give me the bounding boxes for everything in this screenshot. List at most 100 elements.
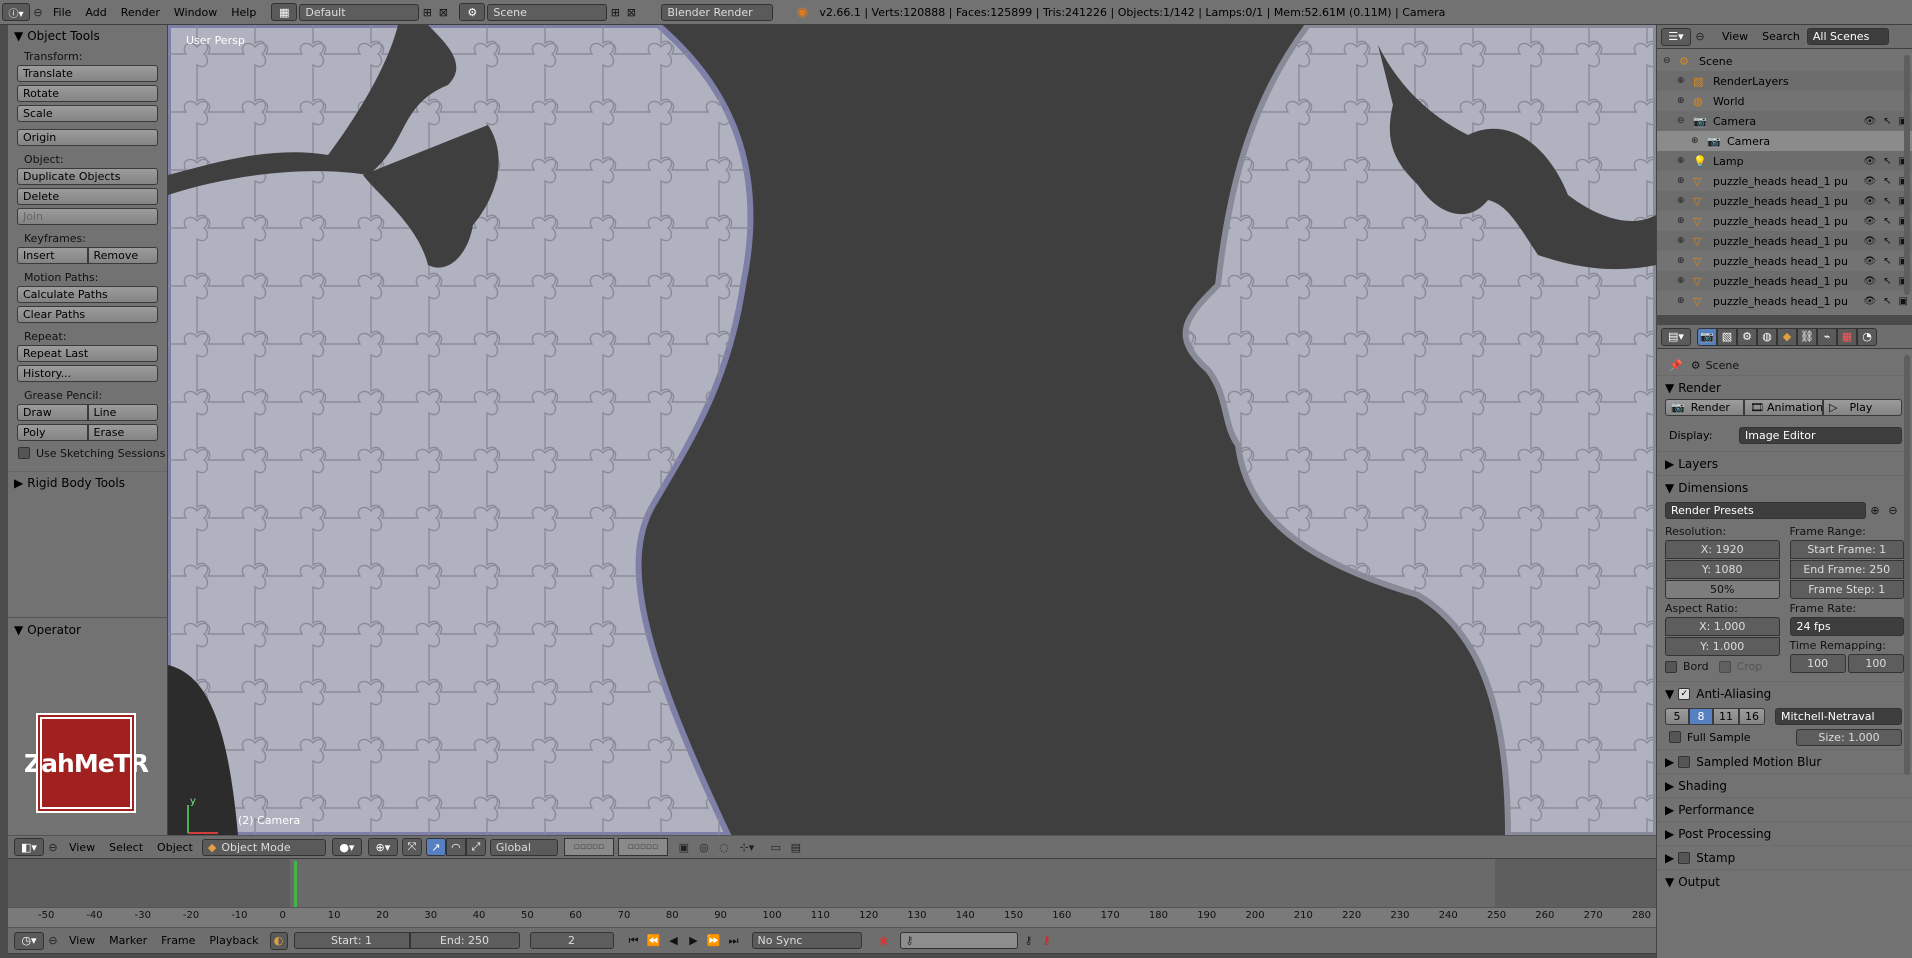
outliner-row[interactable]: ⊕ ◍ World	[1657, 91, 1912, 111]
duplicate-objects-button[interactable]: Duplicate Objects	[17, 168, 158, 185]
next-keyframe-icon[interactable]: ⏩	[704, 932, 724, 950]
menu-window[interactable]: Window	[167, 6, 224, 19]
cursor-icon[interactable]: ↖	[1883, 256, 1891, 267]
translate-button[interactable]: Translate	[17, 65, 158, 82]
display-mode-select[interactable]: All Scenes	[1806, 28, 1889, 45]
time-remap-new-field[interactable]: 100	[1847, 654, 1904, 673]
cursor-icon[interactable]: ↖	[1883, 276, 1891, 287]
expand-toggle-icon[interactable]: ⊕	[1677, 96, 1689, 106]
motion-blur-panel-header[interactable]: ▶ Sampled Motion Blur	[1657, 749, 1912, 773]
aa-samples-8[interactable]: 8	[1689, 707, 1713, 725]
menu-marker[interactable]: Marker	[102, 934, 154, 947]
properties-scrollbar[interactable]	[1904, 355, 1910, 775]
pin-icon[interactable]: 📌	[1669, 359, 1683, 372]
render-tab-icon[interactable]: 📷	[1697, 327, 1717, 346]
render-presets-select[interactable]: Render Presets	[1665, 501, 1866, 519]
menu-add[interactable]: Add	[78, 6, 113, 19]
outliner-row[interactable]: ⊖ ⚙ Scene	[1657, 51, 1912, 71]
menu-object[interactable]: Object	[150, 841, 200, 854]
add-preset-icon[interactable]: ⊕	[1866, 504, 1884, 517]
menu-playback[interactable]: Playback	[202, 934, 265, 947]
aa-samples-5[interactable]: 5	[1665, 707, 1689, 725]
manipulator-icon[interactable]: ⤧	[401, 838, 422, 856]
eye-icon[interactable]: 👁	[1863, 116, 1876, 127]
rotate-button[interactable]: Rotate	[17, 85, 158, 102]
collapse-menu-icon[interactable]: ⊖	[44, 934, 62, 947]
info-editor-icon[interactable]: ⓘ▾	[2, 3, 30, 21]
outliner-row[interactable]: ⊖📷Camera👁↖▣	[1657, 111, 1912, 131]
object-data-tab-icon[interactable]: ⌁	[1817, 327, 1837, 346]
object-mode-select[interactable]: ◆ Object Mode	[201, 838, 326, 856]
origin-button[interactable]: Origin	[17, 129, 158, 146]
eye-icon[interactable]: 👁	[1863, 196, 1876, 207]
animation-button[interactable]: 🎞 Animation	[1744, 399, 1823, 416]
expand-toggle-icon[interactable]: ⊖	[1677, 116, 1689, 126]
aa-samples-16[interactable]: 16	[1739, 707, 1765, 725]
remove-scene-icon[interactable]: ⊠	[623, 6, 639, 19]
area-divider[interactable]	[1656, 315, 1912, 325]
render-icon[interactable]: ▣	[1899, 296, 1908, 307]
menu-view[interactable]: View	[62, 841, 102, 854]
operator-header[interactable]: ▼ Operator	[8, 619, 81, 641]
scene-field[interactable]: Scene	[487, 3, 608, 21]
menu-frame[interactable]: Frame	[154, 934, 202, 947]
cursor-icon[interactable]: ↖	[1883, 216, 1891, 227]
3d-viewport[interactable]: User Persp y (2) Camera	[168, 25, 1656, 835]
start-frame-field[interactable]: Start: 1	[293, 932, 410, 949]
time-remap-old-field[interactable]: 100	[1789, 654, 1846, 673]
outliner-row[interactable]: ⊕▽puzzle_heads head_1 pu👁↖▣	[1657, 271, 1912, 291]
menu-view[interactable]: View	[1715, 30, 1755, 43]
expand-toggle-icon[interactable]: ⊕	[1677, 236, 1689, 246]
insert-keyframe-button[interactable]: Insert	[17, 247, 88, 264]
record-icon[interactable]: ◉	[874, 932, 894, 950]
outliner-row[interactable]: ⊕▽puzzle_heads head_1 pu👁↖▣	[1657, 291, 1912, 311]
expand-toggle-icon[interactable]: ⊖	[1663, 56, 1675, 66]
play-reverse-icon[interactable]: ◀	[664, 932, 684, 950]
layers-grid-2-icon[interactable]: ▫▫▫▫▫	[617, 838, 668, 856]
proportional-edit-icon[interactable]: ◎	[694, 838, 714, 856]
history-button[interactable]: History...	[17, 365, 158, 382]
expand-toggle-icon[interactable]: ⊕	[1677, 196, 1689, 206]
snap-icon[interactable]: ◌	[714, 838, 734, 856]
crop-checkbox[interactable]	[1718, 660, 1731, 673]
anti-aliasing-checkbox[interactable]: ✓	[1678, 687, 1691, 700]
border-checkbox[interactable]	[1665, 660, 1677, 673]
sketching-checkbox[interactable]	[18, 447, 30, 459]
play-icon[interactable]: ▶	[684, 932, 704, 950]
line-button[interactable]: Line	[87, 404, 158, 421]
screen-layout-field[interactable]: Default	[299, 3, 420, 21]
dimensions-panel-header[interactable]: ▼ Dimensions	[1657, 475, 1912, 499]
menu-render[interactable]: Render	[114, 6, 167, 19]
performance-panel-header[interactable]: ▶ Performance	[1657, 797, 1912, 821]
transform-orientation-select[interactable]: Global	[489, 838, 558, 856]
cursor-icon[interactable]: ↖	[1883, 156, 1891, 167]
insert-keyframe-icon[interactable]: ⚷	[1020, 932, 1038, 950]
collapse-menu-icon[interactable]: ⊖	[30, 6, 46, 19]
expand-toggle-icon[interactable]: ⊕	[1677, 76, 1689, 86]
collapse-menu-icon[interactable]: ⊖	[1691, 30, 1709, 43]
current-frame-marker[interactable]	[294, 861, 297, 907]
cursor-icon[interactable]: ↖	[1883, 176, 1891, 187]
anti-aliasing-panel-header[interactable]: ▼ ✓ Anti-Aliasing	[1657, 681, 1912, 705]
eye-icon[interactable]: 👁	[1863, 236, 1876, 247]
menu-select[interactable]: Select	[102, 841, 150, 854]
delete-keyframe-icon[interactable]: ⚷	[1038, 932, 1056, 950]
frame-step-field[interactable]: Frame Step: 1	[1789, 580, 1904, 599]
outliner-row[interactable]: ⊕ ▧ RenderLayers	[1657, 71, 1912, 91]
resolution-percentage-field[interactable]: 50%	[1665, 580, 1780, 599]
collapse-menu-icon[interactable]: ⊖	[44, 841, 62, 854]
stamp-panel-header[interactable]: ▶ Stamp	[1657, 845, 1912, 869]
motion-blur-checkbox[interactable]	[1678, 755, 1691, 768]
aa-samples-11[interactable]: 11	[1713, 707, 1739, 725]
cursor-icon[interactable]: ↖	[1883, 196, 1891, 207]
sketching-sessions-row[interactable]: Use Sketching Sessions	[8, 444, 167, 462]
screen-layout-icon[interactable]: ▦	[271, 3, 298, 21]
rotate-manipulator-icon[interactable]: ◠	[445, 838, 466, 856]
outliner-row[interactable]: ⊕▽puzzle_heads head_1 pu👁↖▣	[1657, 171, 1912, 191]
pivot-icon[interactable]: ⊕▾	[367, 838, 398, 856]
editor-type-icon[interactable]: ☰▾	[1661, 27, 1691, 46]
draw-button[interactable]: Draw	[17, 404, 88, 421]
keying-set-field[interactable]: ⚷	[899, 932, 1018, 949]
layers-panel-header[interactable]: ▶ Layers	[1657, 451, 1912, 475]
jump-start-icon[interactable]: ⏮	[624, 932, 644, 950]
